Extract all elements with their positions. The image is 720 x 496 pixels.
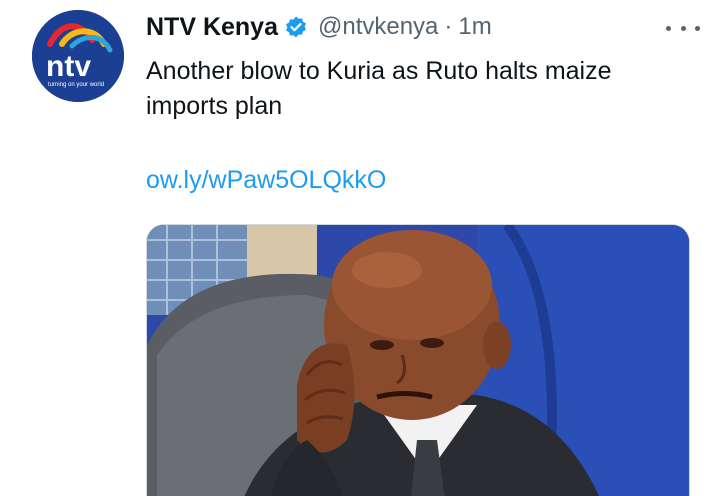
- tweet-link[interactable]: ow.ly/wPaw5OLQkkO: [146, 166, 386, 195]
- tweet-card[interactable]: ntv turning on your world NTV Kenya @ntv…: [0, 0, 720, 496]
- more-options-icon[interactable]: [666, 16, 700, 40]
- tweet-image[interactable]: [146, 224, 690, 496]
- svg-text:ntv: ntv: [46, 50, 91, 83]
- handle[interactable]: @ntvkenya: [318, 13, 438, 41]
- tweet-header: NTV Kenya @ntvkenya · 1m: [146, 10, 700, 44]
- verified-badge-icon: [284, 15, 308, 39]
- photo-man-resting-chin: [147, 225, 689, 496]
- svg-text:turning on your world: turning on your world: [48, 82, 104, 88]
- ntv-logo: ntv turning on your world: [32, 10, 124, 102]
- tweet-text: Another blow to Kuria as Ruto halts maiz…: [146, 57, 612, 120]
- display-name[interactable]: NTV Kenya: [146, 13, 278, 42]
- timestamp[interactable]: 1m: [458, 13, 491, 41]
- separator-dot: ·: [444, 13, 453, 40]
- tweet-content: NTV Kenya @ntvkenya · 1m Another blow to…: [146, 10, 700, 195]
- avatar[interactable]: ntv turning on your world: [32, 10, 124, 102]
